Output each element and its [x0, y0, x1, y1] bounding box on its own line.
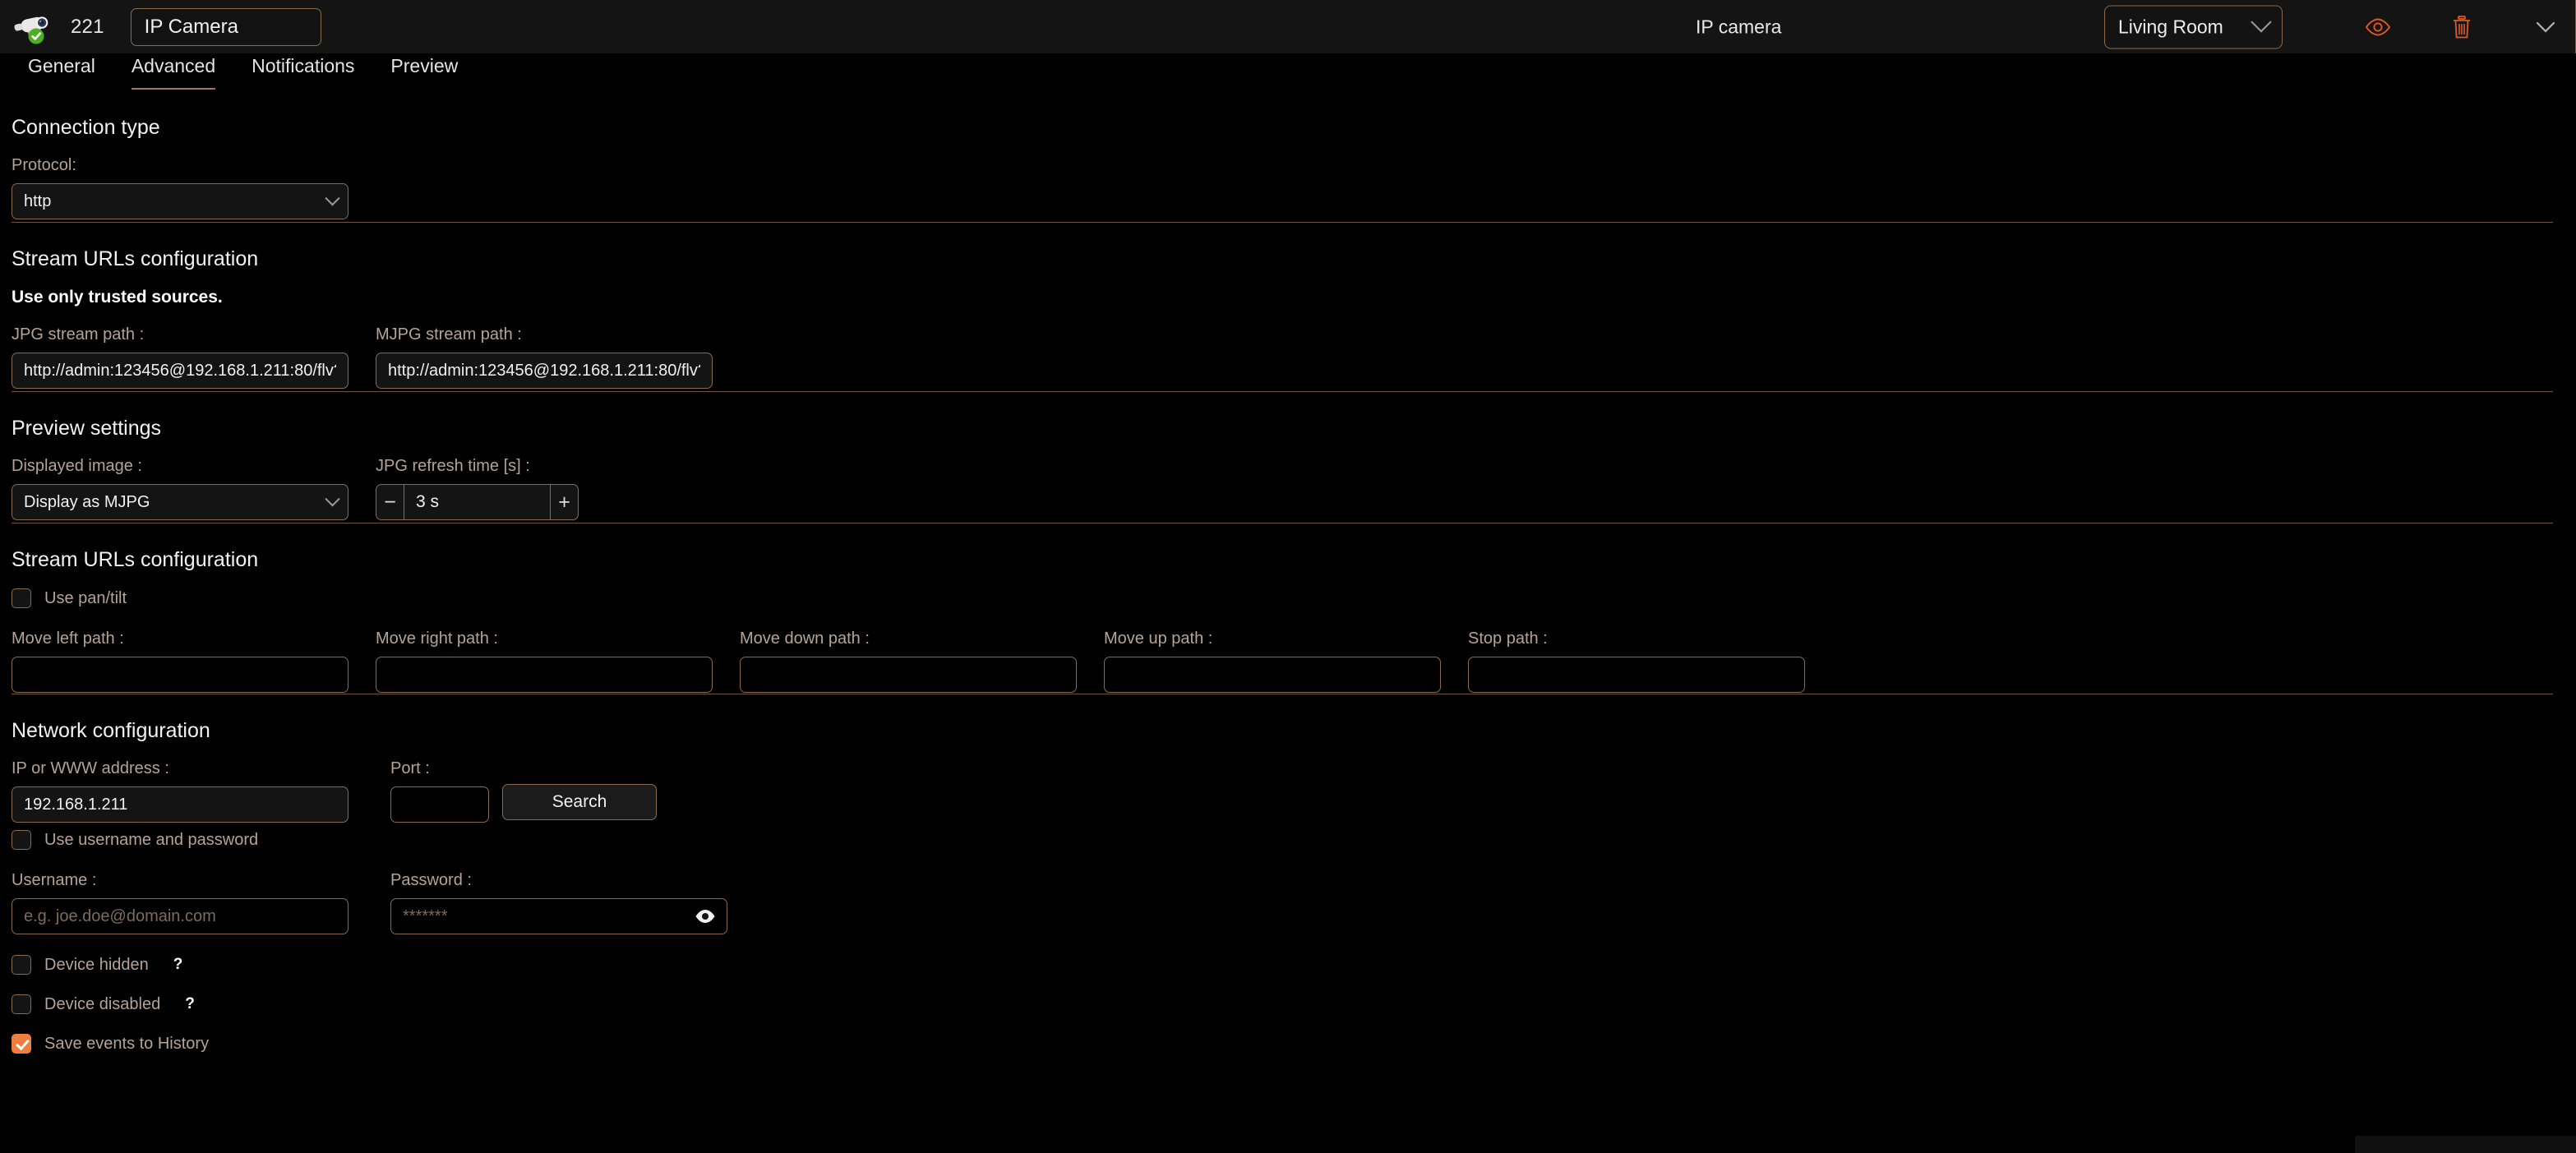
use-credentials-checkbox[interactable] [12, 830, 31, 850]
tab-preview[interactable]: Preview [372, 53, 476, 78]
device-name-input[interactable] [130, 7, 321, 46]
device-id: 221 [71, 15, 104, 38]
port-label: Port : [390, 759, 430, 777]
move-up-path-input[interactable] [1104, 657, 1441, 693]
device-disabled-label: Device disabled [44, 994, 161, 1013]
jpg-stream-path-field: JPG stream path : [12, 325, 349, 389]
displayed-image-field: Displayed image : Display as MJPG [12, 457, 349, 520]
ip-address-field: IP or WWW address : [12, 759, 349, 823]
expand-chevron-down-icon[interactable] [2532, 13, 2560, 41]
section-divider [12, 222, 2553, 223]
stop-path-input[interactable] [1468, 657, 1805, 693]
section-title-pan-tilt: Stream URLs configuration [12, 548, 259, 571]
device-hidden-row[interactable]: Device hidden ? [12, 955, 2564, 975]
device-type-label: IP camera [1696, 16, 1782, 37]
port-field: Port : [390, 759, 489, 823]
trusted-sources-warning: Use only trusted sources. [12, 288, 223, 307]
username-field: Username : [12, 871, 349, 934]
header-actions [2364, 13, 2560, 41]
eye-icon[interactable] [2364, 13, 2392, 41]
move-up-path-field: Move up path : [1104, 630, 1441, 693]
move-down-path-field: Move down path : [740, 630, 1077, 693]
password-input[interactable] [390, 898, 727, 934]
use-pantilt-checkbox[interactable] [12, 588, 31, 608]
device-hidden-label: Device hidden [44, 955, 149, 974]
move-down-path-label: Move down path : [740, 630, 870, 648]
use-credentials-row[interactable]: Use username and password [12, 830, 2564, 850]
password-eye-icon[interactable] [695, 909, 716, 924]
protocol-field: Protocol: http [12, 156, 349, 219]
jpg-stream-path-label: JPG stream path : [12, 325, 145, 344]
device-disabled-row[interactable]: Device disabled ? [12, 994, 2564, 1014]
stepper-decrement-button[interactable]: − [376, 485, 404, 519]
room-select-value: Living Room [2118, 16, 2223, 37]
save-events-checkbox[interactable] [12, 1034, 31, 1054]
jpg-refresh-time-field: JPG refresh time [s] : − 3 s + [376, 457, 581, 520]
device-hidden-help-icon[interactable]: ? [173, 956, 183, 974]
device-disabled-help-icon[interactable]: ? [185, 995, 195, 1013]
password-field: Password : [390, 871, 727, 934]
section-divider [12, 391, 2553, 392]
bottom-right-panel [2355, 1136, 2576, 1153]
chevron-down-icon [2251, 12, 2272, 33]
jpg-refresh-stepper: − 3 s + [376, 484, 579, 520]
stop-path-label: Stop path : [1468, 630, 1548, 648]
ip-address-input[interactable] [12, 786, 349, 823]
displayed-image-value: Display as MJPG [24, 492, 150, 511]
displayed-image-label: Displayed image : [12, 457, 142, 475]
move-down-path-input[interactable] [740, 657, 1077, 693]
move-right-path-input[interactable] [376, 657, 713, 693]
use-pantilt-row[interactable]: Use pan/tilt [12, 588, 2564, 608]
device-disabled-checkbox[interactable] [12, 994, 31, 1014]
stop-path-field: Stop path : [1468, 630, 1805, 693]
jpg-stream-path-input[interactable] [12, 353, 349, 389]
move-left-path-field: Move left path : [12, 630, 349, 693]
section-title-stream-urls: Stream URLs configuration [12, 247, 259, 270]
device-hidden-checkbox[interactable] [12, 955, 31, 975]
tab-advanced[interactable]: Advanced [113, 53, 233, 90]
ip-address-label: IP or WWW address : [12, 759, 169, 777]
save-events-row[interactable]: Save events to History [12, 1034, 2564, 1054]
port-input[interactable] [390, 786, 489, 823]
section-title-preview-settings: Preview settings [12, 417, 162, 440]
use-pantilt-label: Use pan/tilt [44, 588, 127, 607]
username-input[interactable] [12, 898, 349, 934]
username-label: Username : [12, 871, 97, 889]
move-left-path-input[interactable] [12, 657, 349, 693]
tab-notifications[interactable]: Notifications [233, 53, 372, 78]
move-right-path-field: Move right path : [376, 630, 713, 693]
displayed-image-select[interactable]: Display as MJPG [12, 484, 349, 520]
mjpg-stream-path-field: MJPG stream path : [376, 325, 713, 389]
protocol-select[interactable]: http [12, 183, 349, 219]
room-select[interactable]: Living Room [2104, 5, 2283, 48]
jpg-refresh-time-label: JPG refresh time [s] : [376, 457, 530, 475]
mjpg-stream-path-input[interactable] [376, 353, 713, 389]
save-events-label: Save events to History [44, 1034, 210, 1053]
protocol-label: Protocol: [12, 156, 76, 174]
mjpg-stream-path-label: MJPG stream path : [376, 325, 522, 344]
device-header: 221 IP camera Living Room [0, 0, 2576, 53]
advanced-settings-content: Connection type Protocol: http Stream UR… [0, 116, 2576, 1054]
chevron-down-icon [325, 491, 340, 506]
password-label: Password : [390, 871, 472, 889]
tab-general[interactable]: General [10, 53, 113, 78]
move-up-path-label: Move up path : [1104, 630, 1213, 648]
jpg-refresh-time-value[interactable]: 3 s [404, 485, 550, 519]
protocol-value: http [24, 191, 52, 210]
check-circle-icon [28, 28, 44, 44]
move-right-path-label: Move right path : [376, 630, 498, 648]
trash-icon[interactable] [2448, 13, 2476, 41]
move-left-path-label: Move left path : [12, 630, 124, 648]
tab-bar: General Advanced Notifications Preview [0, 53, 2576, 91]
section-title-connection-type: Connection type [12, 116, 160, 139]
search-button[interactable]: Search [502, 784, 657, 820]
section-title-network: Network configuration [12, 719, 210, 742]
chevron-down-icon [325, 190, 340, 205]
use-credentials-label: Use username and password [44, 830, 259, 849]
stepper-increment-button[interactable]: + [550, 485, 578, 519]
ip-camera-icon [12, 8, 54, 46]
